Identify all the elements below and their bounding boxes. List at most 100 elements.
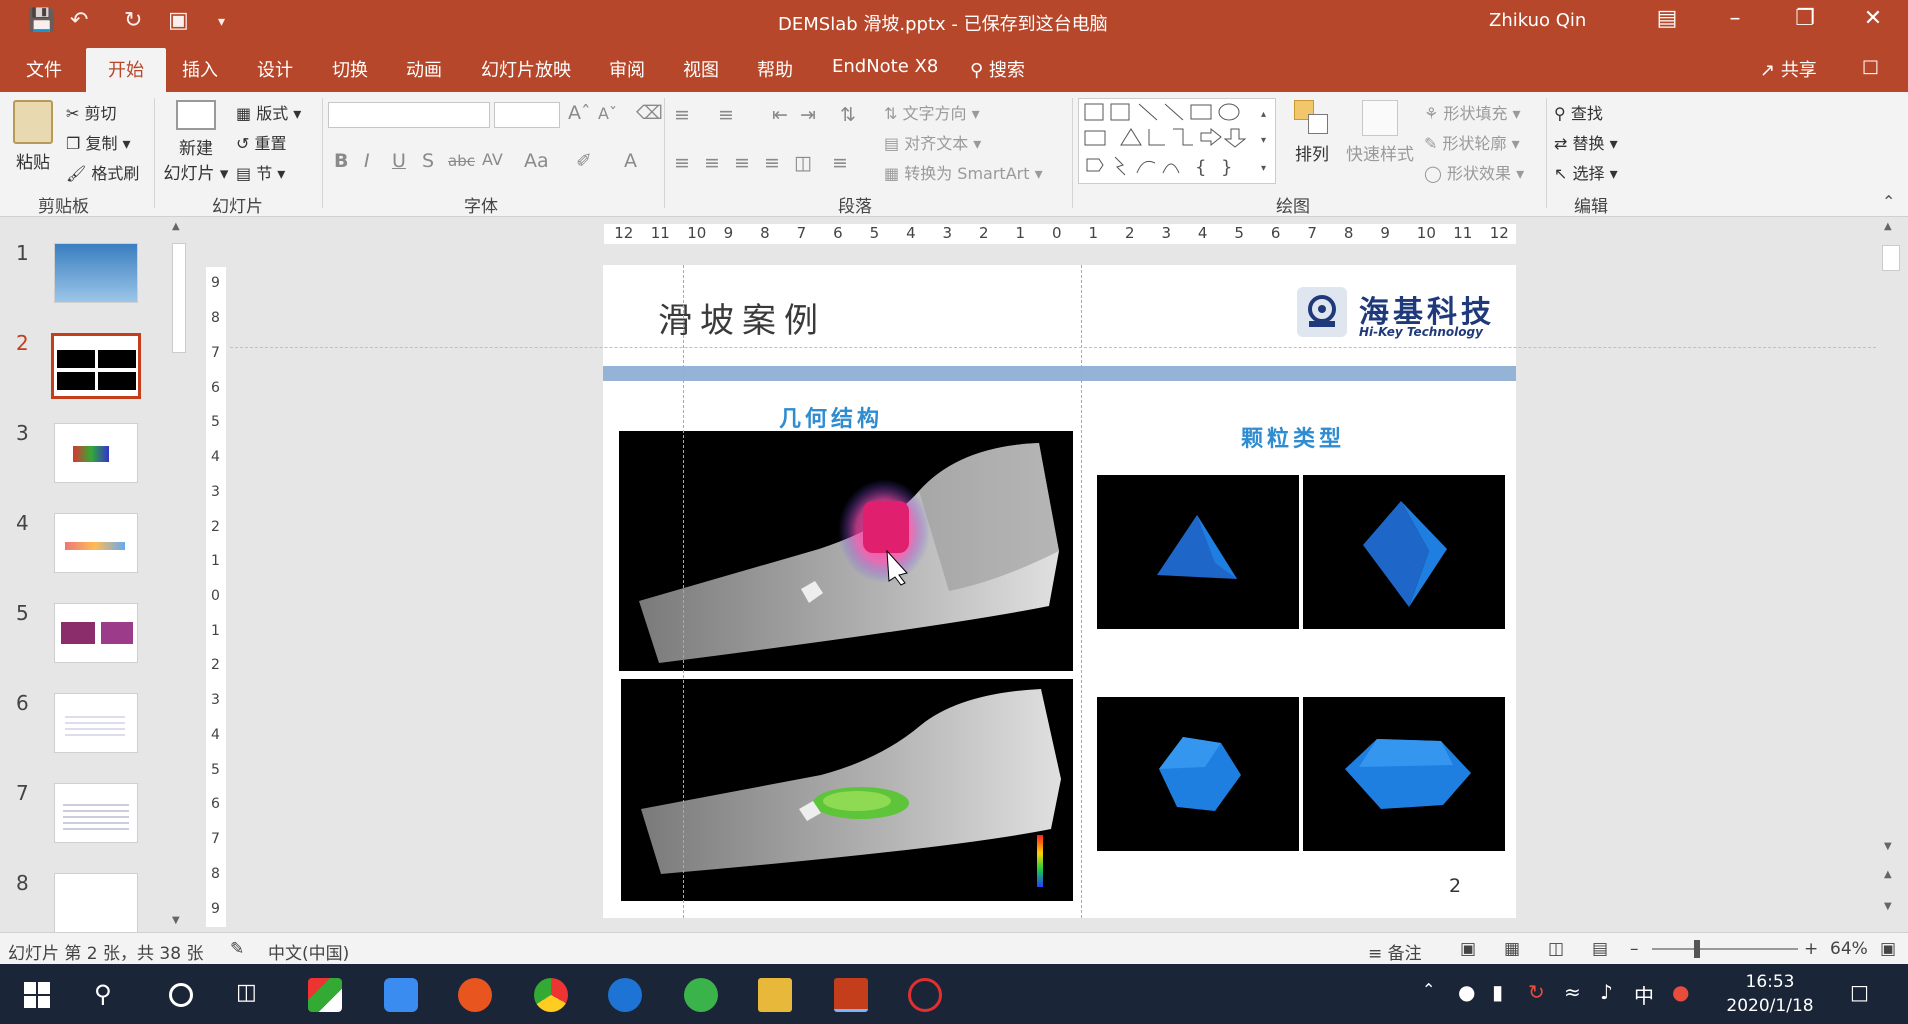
slide-scrollbar[interactable]: ▲ ▼ ▲ ▼	[1880, 221, 1902, 926]
scroll-down-icon[interactable]: ▼	[172, 915, 180, 926]
slide-thumbnail-3[interactable]	[54, 423, 138, 483]
text-direction-button[interactable]: ⇅ 文字方向 ▾	[884, 100, 980, 124]
particle-panel-bipyramid[interactable]	[1303, 475, 1505, 629]
slide-thumbnail-5[interactable]	[54, 603, 138, 663]
cut-button[interactable]: ✂ 剪切	[66, 100, 117, 124]
tab-transitions[interactable]: 切换	[332, 56, 368, 82]
tab-slideshow[interactable]: 幻灯片放映	[481, 56, 571, 82]
user-name[interactable]: Zhikuo Qin	[1489, 10, 1586, 31]
zoom-out-icon[interactable]: –	[1630, 939, 1639, 959]
arrange-button[interactable]: 排列	[1288, 100, 1336, 165]
layout-button[interactable]: ▦ 版式 ▾	[236, 100, 301, 124]
underline-button[interactable]: U	[392, 150, 406, 172]
tab-help[interactable]: 帮助	[757, 56, 793, 82]
scroll-thumb[interactable]	[1882, 245, 1900, 271]
left-heading[interactable]: 几何结构	[779, 401, 883, 433]
ime-indicator[interactable]: 中	[1634, 980, 1654, 1009]
shape-effect-button[interactable]: ◯ 形状效果 ▾	[1424, 160, 1524, 184]
reading-view-icon[interactable]: ◫	[1548, 939, 1564, 959]
spellcheck-icon[interactable]: ✎	[230, 939, 244, 959]
task-view-icon[interactable]: ◫	[236, 980, 257, 1005]
edge-icon[interactable]	[608, 978, 642, 1012]
normal-view-icon[interactable]: ▣	[1460, 939, 1476, 959]
zoom-level[interactable]: 64%	[1830, 939, 1868, 959]
powerpoint-icon[interactable]	[834, 978, 868, 1012]
redo-icon[interactable]: ↻	[124, 8, 142, 33]
volume-icon[interactable]: ♪	[1600, 980, 1613, 1004]
right-heading[interactable]: 颗粒类型	[1241, 421, 1345, 453]
select-button[interactable]: ↖ 选择 ▾	[1554, 160, 1618, 184]
browser-icon[interactable]	[684, 978, 718, 1012]
clear-format-icon[interactable]: ⌫	[636, 102, 663, 124]
increase-indent-icon[interactable]: ⇥	[800, 104, 816, 126]
previous-slide-icon[interactable]: ▲	[1884, 869, 1892, 880]
input-method-icon[interactable]: ●	[1672, 980, 1689, 1004]
scroll-up-icon[interactable]: ▲	[172, 221, 180, 232]
zoom-in-icon[interactable]: +	[1804, 939, 1818, 959]
minimize-icon[interactable]: –	[1720, 6, 1750, 31]
tab-file[interactable]: 文件	[26, 56, 62, 82]
font-size-combo[interactable]	[494, 102, 560, 128]
particle-panel-polyhedron[interactable]	[1097, 697, 1299, 851]
line-spacing-icon[interactable]: ⇅	[840, 104, 856, 126]
shadow-button[interactable]: S	[422, 150, 434, 172]
increase-font-icon[interactable]: Aˆ	[568, 102, 591, 124]
quick-styles-button[interactable]: 快速样式	[1342, 100, 1418, 165]
fit-slide-icon[interactable]: ▣	[1880, 939, 1896, 959]
slide-thumbnail-4[interactable]	[54, 513, 138, 573]
start-windows-icon[interactable]	[20, 978, 54, 1012]
scroll-down-icon[interactable]: ▼	[1884, 841, 1892, 852]
microphone-icon[interactable]: ●	[1458, 980, 1475, 1004]
app-icon-4[interactable]	[908, 978, 942, 1012]
char-spacing-button[interactable]: AV	[482, 150, 503, 169]
geometry-image-2[interactable]	[621, 679, 1073, 901]
tab-animations[interactable]: 动画	[406, 56, 442, 82]
app-icon-1[interactable]	[308, 978, 342, 1012]
font-name-combo[interactable]	[328, 102, 490, 128]
tab-home[interactable]: 开始	[86, 48, 166, 92]
comments-icon[interactable]: □	[1862, 56, 1879, 77]
particle-panel-flat-polyhedron[interactable]	[1303, 697, 1505, 851]
find-button[interactable]: ⚲ 查找	[1554, 100, 1603, 124]
shape-fill-button[interactable]: ⚘ 形状填充 ▾	[1424, 100, 1521, 124]
bold-button[interactable]: B	[334, 150, 348, 172]
restore-icon[interactable]: ❐	[1790, 6, 1820, 31]
scroll-thumb[interactable]	[172, 243, 186, 353]
app-icon-3[interactable]	[458, 978, 492, 1012]
thumbnails-scrollbar[interactable]: ▲ ▼	[170, 221, 188, 927]
present-from-start-icon[interactable]: ▣	[168, 8, 189, 33]
paste-button[interactable]: 粘贴	[10, 100, 56, 173]
cortana-icon[interactable]	[164, 978, 198, 1012]
align-right-icon[interactable]: ≡	[734, 152, 750, 174]
clock[interactable]: 16:53 2020/1/18	[1720, 970, 1820, 1018]
align-center-icon[interactable]: ≡	[704, 152, 720, 174]
strikethrough-button[interactable]: abc	[448, 152, 475, 170]
numbering-icon[interactable]: ≡	[718, 104, 734, 126]
justify-icon[interactable]: ≡	[764, 152, 780, 174]
zoom-slider[interactable]	[1652, 940, 1798, 958]
search-icon[interactable]: ⚲	[94, 980, 112, 1008]
particle-panel-tetrahedron[interactable]	[1097, 475, 1299, 629]
columns-icon[interactable]: ◫	[794, 152, 812, 174]
slide-thumbnail-8[interactable]	[54, 873, 138, 933]
geometry-image-1[interactable]	[619, 431, 1073, 671]
align-text-button[interactable]: ▤ 对齐文本 ▾	[884, 130, 981, 154]
replace-button[interactable]: ⇄ 替换 ▾	[1554, 130, 1618, 154]
battery-icon[interactable]: ▮	[1492, 980, 1503, 1004]
tab-design[interactable]: 设计	[257, 56, 293, 82]
new-slide-button[interactable]: 新建 幻灯片 ▾	[160, 100, 232, 184]
save-icon[interactable]: 💾	[28, 8, 55, 33]
change-case-button[interactable]: Aa	[524, 150, 549, 172]
bullets-icon[interactable]: ≡	[674, 104, 690, 126]
tab-review[interactable]: 审阅	[609, 56, 645, 82]
shape-outline-button[interactable]: ✎ 形状轮廓 ▾	[1424, 130, 1520, 154]
shapes-gallery[interactable]: { } ▴ ▾ ▾	[1078, 98, 1276, 184]
slideshow-view-icon[interactable]: ▤	[1592, 939, 1608, 959]
slide-thumbnail-1[interactable]	[54, 243, 138, 303]
decrease-font-icon[interactable]: Aˇ	[598, 104, 617, 123]
tab-insert[interactable]: 插入	[182, 56, 218, 82]
format-painter-button[interactable]: 🖌 格式刷	[66, 160, 139, 184]
slide-thumbnail-6[interactable]	[54, 693, 138, 753]
tab-view[interactable]: 视图	[683, 56, 719, 82]
smartart-button[interactable]: ▦ 转换为 SmartArt ▾	[884, 160, 1043, 184]
